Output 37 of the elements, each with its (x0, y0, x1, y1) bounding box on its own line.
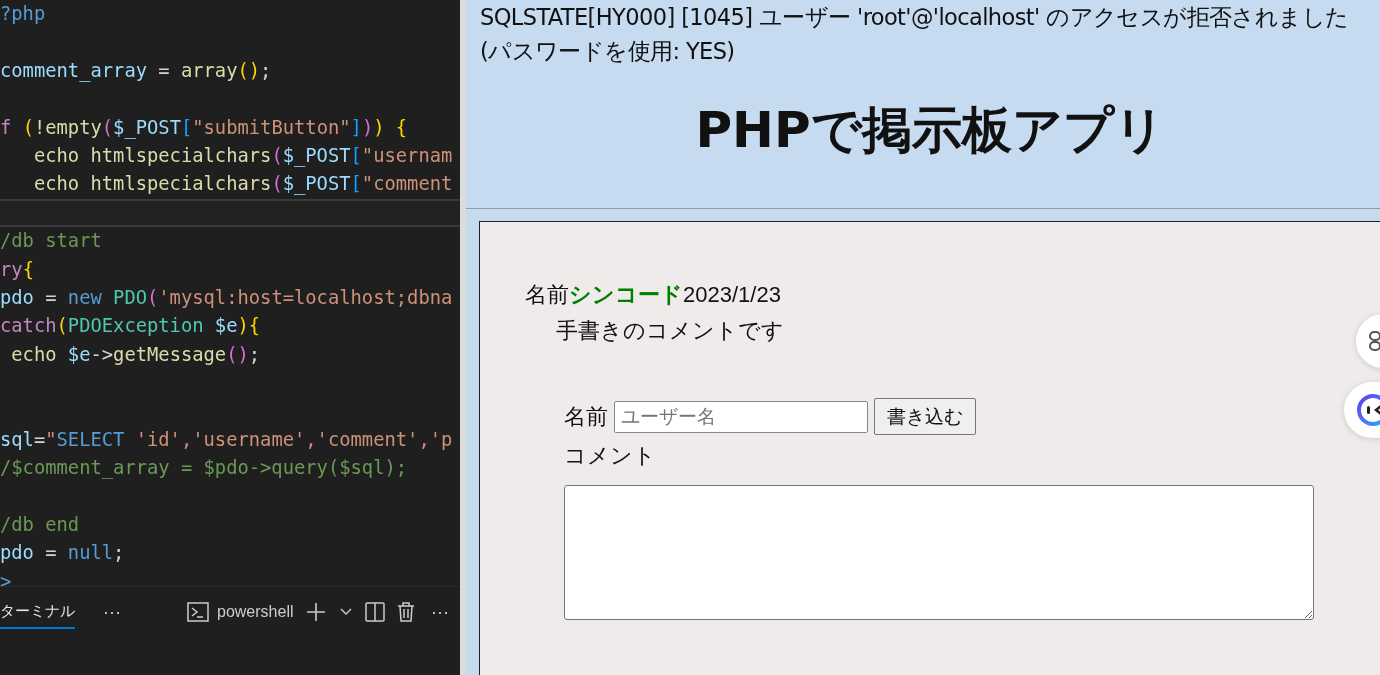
code-line: echo htmlspecialchars($_POST["comment (32, 172, 454, 197)
code-line: catch(PDOException $e){ (0, 314, 262, 339)
comment-field[interactable] (564, 485, 1314, 620)
code-line: > (0, 569, 13, 586)
trash-icon[interactable] (397, 602, 416, 622)
post-comment: 手書きのコメントです (556, 317, 784, 345)
post-date: 2023/1/23 (683, 282, 781, 307)
code-line: /db end (0, 513, 81, 538)
name-label: 名前 (525, 282, 569, 307)
terminal-selector[interactable]: powershell (187, 602, 294, 622)
code-line: comment_array = array(); (0, 58, 273, 84)
code-line: ry{ (0, 257, 35, 282)
more-button[interactable]: ⋯ (427, 601, 454, 623)
code-line: pdo = null; (0, 541, 126, 566)
name-label: 名前 (564, 402, 608, 431)
terminal-icon (187, 602, 209, 622)
new-terminal-icon[interactable] (305, 601, 328, 623)
name-field[interactable]: ユーザー名 (614, 400, 868, 433)
split-icon[interactable] (365, 602, 386, 622)
assistant-icon (1356, 393, 1380, 427)
page-title: PHPで掲示板アプリ (694, 100, 1166, 161)
more-button[interactable]: ⋯ (99, 601, 125, 623)
submit-button[interactable]: 書き込む (874, 398, 976, 435)
panel-tab[interactable]: ターミナル (0, 595, 75, 629)
error-message: SQLSTATE[HY000] [1045] ユーザー 'root'@'localhost' のアクセスが拒否されました(パスワードを使用: YES) (480, 3, 1350, 66)
comment-label: コメント (564, 442, 657, 470)
code-line: pdo = new PDO('mysql:host=localhost;dbna (0, 285, 454, 310)
code-line: echo htmlspecialchars($_POST["usernam (32, 143, 454, 169)
poster-name: シンコード (569, 282, 683, 307)
chevron-down-icon[interactable] (339, 607, 354, 617)
code-line: /$comment_array = $pdo->query($sql); (0, 456, 409, 481)
code-line: sql="SELECT 'id','username','comment','p (0, 427, 454, 452)
code-line: echo $e->getMessage(); (10, 342, 262, 367)
code-line: f (!empty($_POST["submitButton"])) { (0, 115, 409, 141)
code-line: /db start (0, 229, 103, 254)
code-line: ?php (0, 2, 47, 26)
link-icon (1368, 330, 1380, 352)
